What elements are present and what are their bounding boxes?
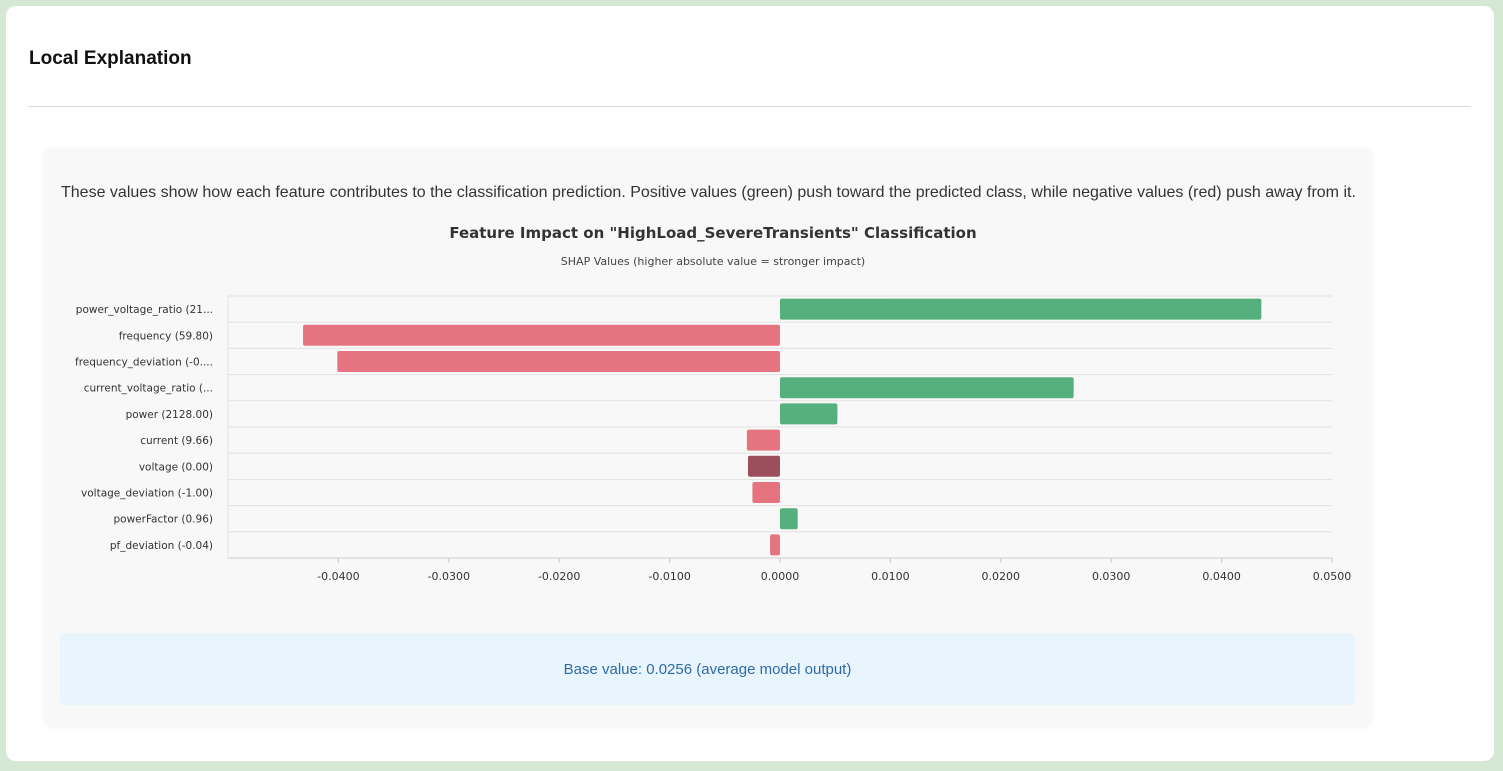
base-value-box: Base value: 0.0256 (average model output… bbox=[60, 633, 1355, 705]
shap-bar[interactable] bbox=[780, 403, 838, 425]
x-tick-layer: -0.0400 -0.0300 -0.0200 -0.0100 0.0000 0.0100… bbox=[317, 558, 1351, 583]
category-label: current_voltage_ratio (... bbox=[84, 383, 213, 395]
x-tick-label: -0.0400 bbox=[317, 570, 359, 583]
shap-bar[interactable] bbox=[746, 429, 780, 451]
category-label: frequency (59.80) bbox=[119, 330, 213, 342]
x-tick-label: -0.0100 bbox=[648, 570, 690, 583]
category-label: voltage_deviation (-1.00) bbox=[81, 488, 213, 500]
section-divider bbox=[28, 106, 1471, 107]
shap-bar[interactable] bbox=[747, 455, 780, 477]
category-label: frequency_deviation (-0.... bbox=[75, 357, 213, 369]
x-tick-label: 0.0200 bbox=[982, 570, 1021, 583]
category-label: power (2128.00) bbox=[126, 409, 213, 421]
shap-bar[interactable] bbox=[752, 482, 780, 503]
x-tick-label: 0.0400 bbox=[1202, 570, 1241, 583]
x-tick-label: 0.0000 bbox=[761, 570, 800, 583]
chart-title: Feature Impact on "HighLoad_SevereTransi… bbox=[449, 224, 976, 242]
category-label: voltage (0.00) bbox=[139, 461, 213, 473]
category-label-layer: power_voltage_ratio (21... frequency (59.… bbox=[75, 304, 213, 552]
shap-bar-chart: Feature Impact on "HighLoad_SevereTransi… bbox=[75, 224, 1351, 583]
section-title: Local Explanation bbox=[29, 48, 192, 69]
category-label: current (9.66) bbox=[140, 435, 213, 447]
explanation-panel: These values show how each feature contr… bbox=[44, 148, 1372, 726]
base-value-text: Base value: 0.0256 (average model output… bbox=[563, 660, 852, 678]
shap-bar[interactable] bbox=[337, 351, 780, 372]
category-label: pf_deviation (-0.04) bbox=[110, 540, 213, 552]
x-tick-label: 0.0300 bbox=[1092, 570, 1131, 583]
category-label: powerFactor (0.96) bbox=[113, 514, 213, 526]
x-tick-label: -0.0200 bbox=[538, 570, 580, 583]
shap-bar[interactable] bbox=[770, 534, 780, 556]
shap-bar[interactable] bbox=[780, 298, 1262, 320]
shap-bar[interactable] bbox=[303, 324, 780, 346]
local-explanation-card: Local Explanation These values show how … bbox=[6, 6, 1494, 761]
category-label: power_voltage_ratio (21... bbox=[76, 304, 213, 316]
x-tick-label: 0.0100 bbox=[871, 570, 910, 583]
x-tick-label: -0.0300 bbox=[428, 570, 470, 583]
x-tick-label: 0.0500 bbox=[1313, 570, 1352, 583]
shap-bar[interactable] bbox=[780, 508, 798, 530]
chart-subtitle: SHAP Values (higher absolute value = str… bbox=[561, 255, 865, 268]
shap-bar[interactable] bbox=[780, 377, 1074, 399]
